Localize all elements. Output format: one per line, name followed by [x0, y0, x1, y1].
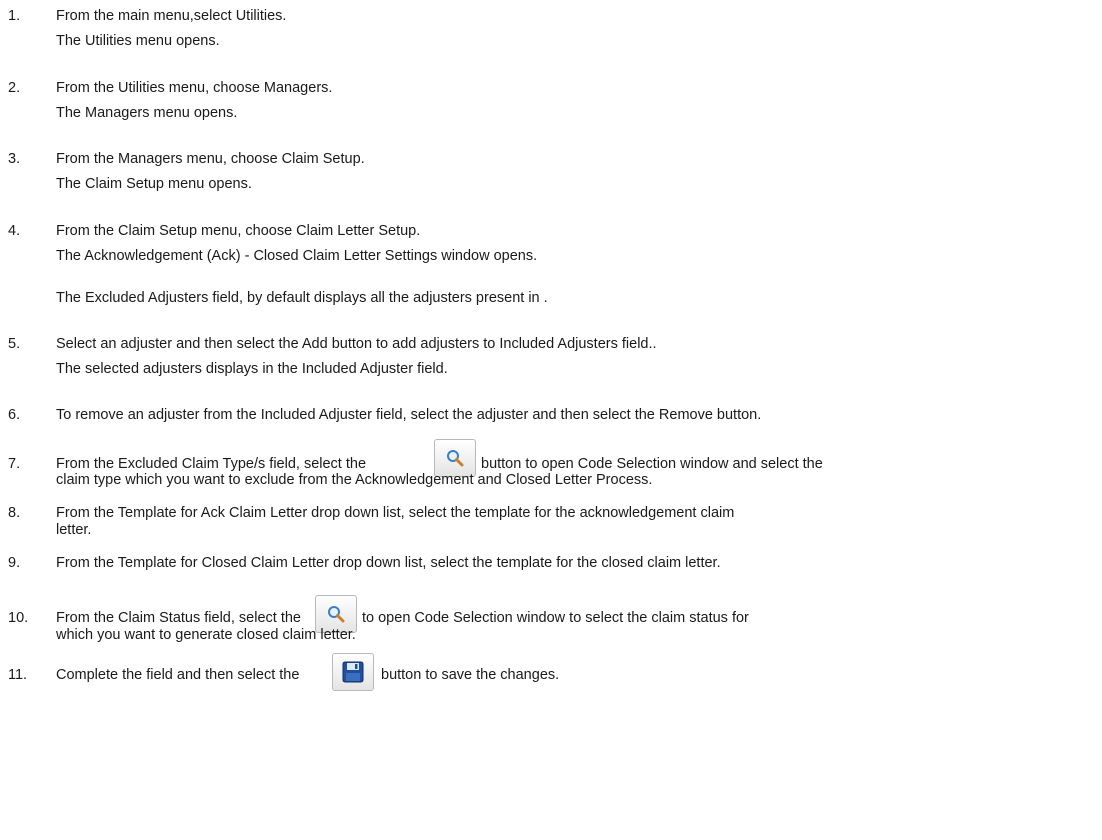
step-number: 6.	[8, 407, 21, 423]
step-text-line2: letter.	[56, 522, 92, 538]
step-text: From the Claim Status field, select the	[56, 610, 301, 626]
step-result: The Claim Setup menu opens.	[56, 176, 252, 192]
step-text: Select an adjuster and then select the A…	[56, 336, 657, 352]
step-number: 2.	[8, 80, 21, 96]
step-text-line2: which you want to generate closed claim …	[56, 627, 356, 643]
step-text: From the Utilities menu, choose Managers…	[56, 80, 333, 96]
step-text: From the Claim Setup menu, choose Claim …	[56, 223, 421, 239]
step-result: The Acknowledgement (Ack) - Closed Claim…	[56, 248, 538, 264]
step-text: Complete the field and then select the	[56, 667, 300, 683]
floppy-disk-icon	[332, 653, 374, 691]
step-text-continued: button to save the changes.	[381, 667, 560, 683]
step-text: From the main menu,select Utilities.	[56, 8, 287, 24]
step-result: The selected adjusters displays in the I…	[56, 361, 448, 377]
step-text: From the Template for Closed Claim Lette…	[56, 555, 721, 571]
step-note: The Excluded Adjusters field, by default…	[56, 290, 548, 306]
step-text: From the Excluded Claim Type/s field, se…	[56, 456, 367, 472]
step-number: 9.	[8, 555, 21, 571]
step-text-line2: claim type which you want to exclude fro…	[56, 472, 653, 488]
step-text-continued: to open Code Selection window to select …	[362, 610, 749, 626]
step-number: 4.	[8, 223, 21, 239]
step-text-continued: button to open Code Selection window and…	[481, 456, 823, 472]
step-number: 11.	[8, 667, 28, 683]
step-result: The Utilities menu opens.	[56, 33, 220, 49]
step-number: 3.	[8, 151, 21, 167]
step-text: From the Template for Ack Claim Letter d…	[56, 505, 735, 521]
step-number: 1.	[8, 8, 21, 24]
step-number: 7.	[8, 456, 21, 472]
step-text: From the Managers menu, choose Claim Set…	[56, 151, 365, 167]
step-text: To remove an adjuster from the Included …	[56, 407, 762, 423]
step-result: The Managers menu opens.	[56, 105, 238, 121]
step-number: 10.	[8, 610, 29, 626]
step-number: 8.	[8, 505, 21, 521]
step-number: 5.	[8, 336, 21, 352]
